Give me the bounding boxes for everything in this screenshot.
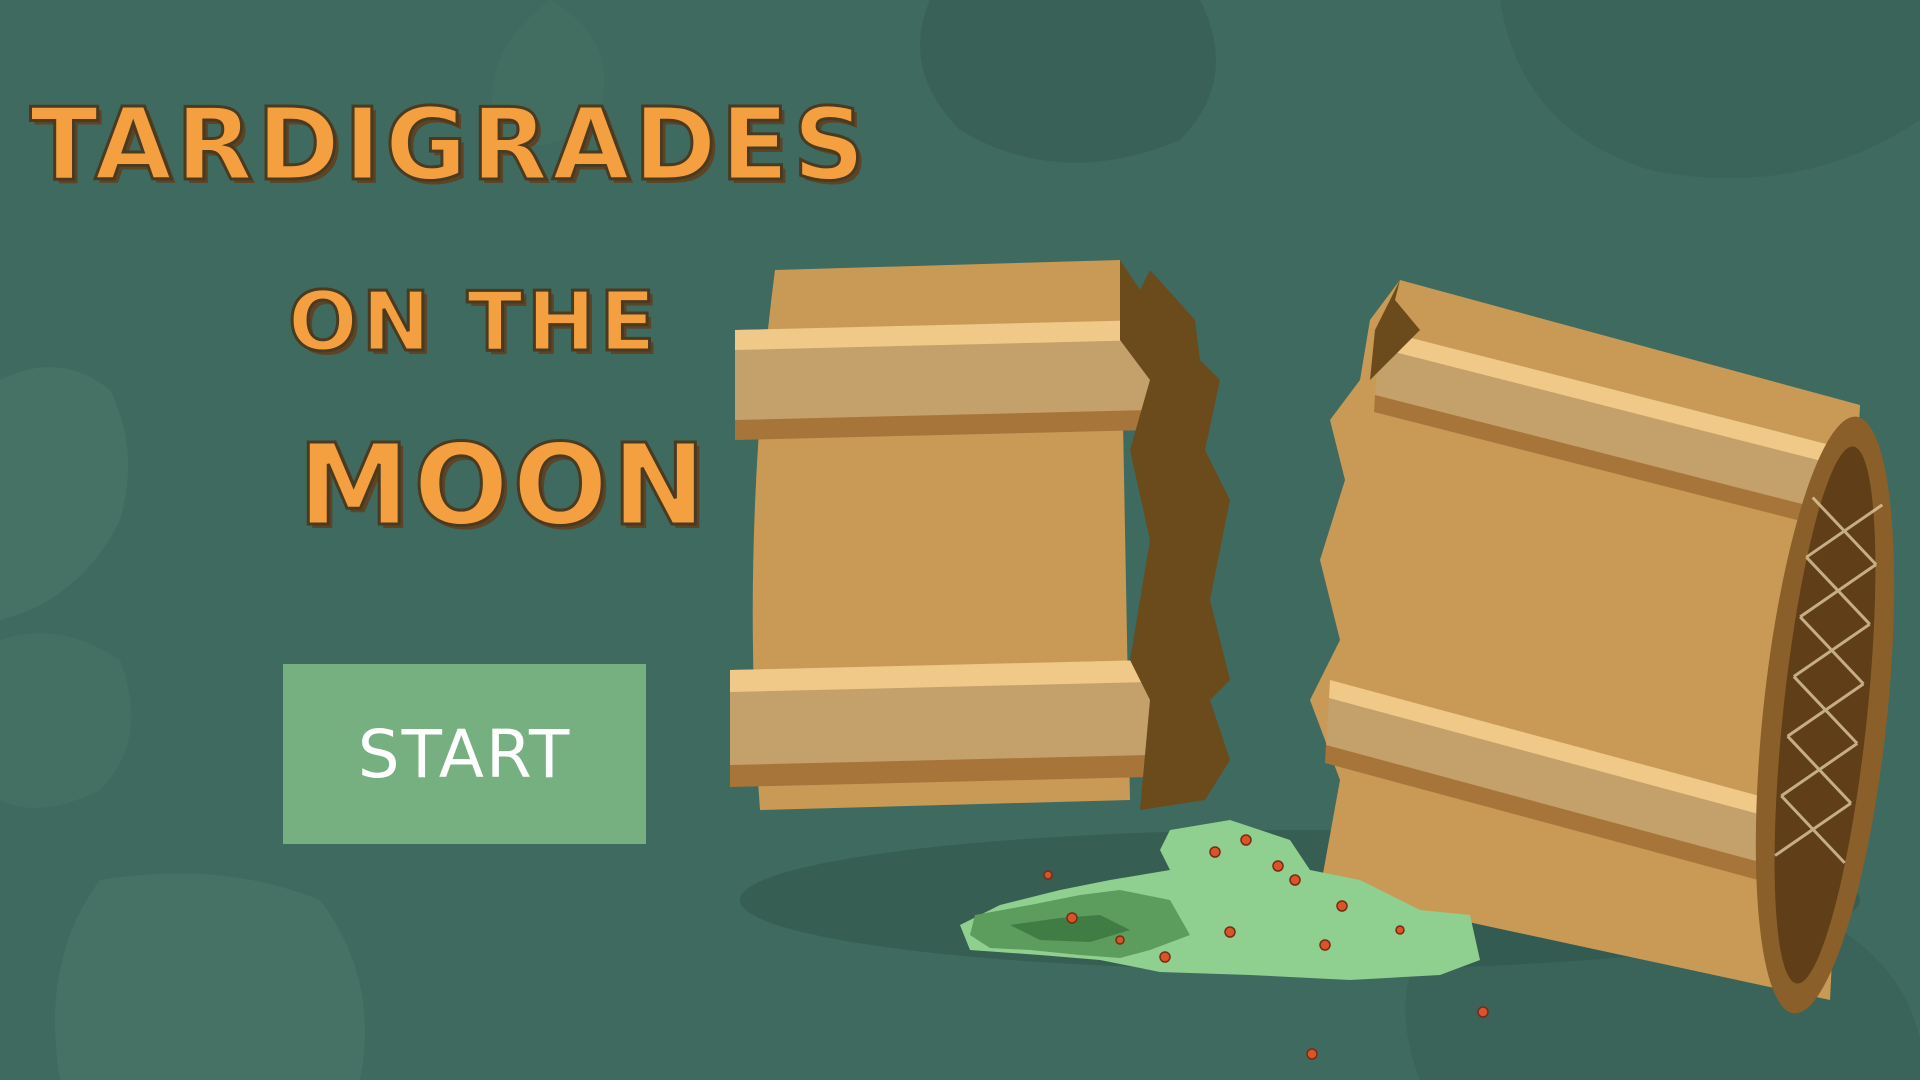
game-title-screen: TARDIGRADES ON THE MOON START	[0, 0, 1920, 1080]
title-line-moon: MOON	[297, 421, 710, 551]
title-line-main: TARDIGRADES	[29, 86, 869, 203]
title-line-sub: ON THE	[286, 275, 660, 370]
start-button[interactable]: START	[283, 664, 646, 844]
